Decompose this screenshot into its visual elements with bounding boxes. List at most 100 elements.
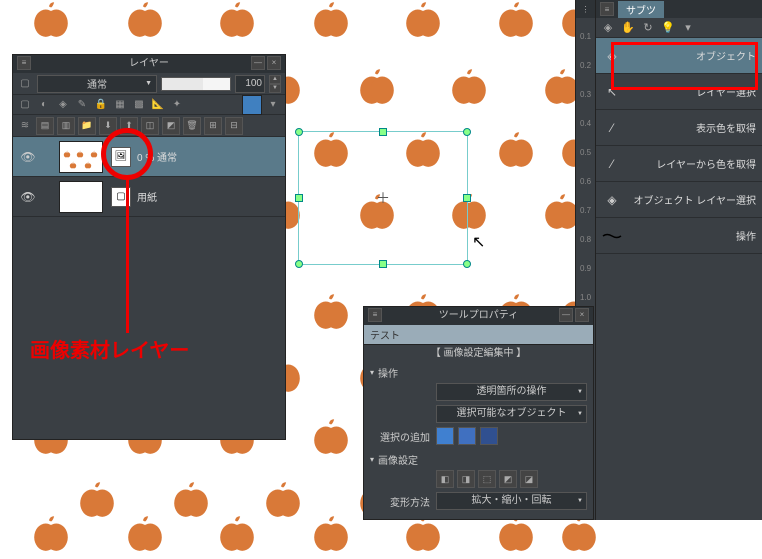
swatch-dropdown-icon[interactable]: ▾ (265, 97, 281, 113)
apple-pattern (310, 290, 352, 332)
lock-none-icon[interactable]: ▢ (17, 97, 33, 113)
layer-name-text: 用紙 (137, 189, 157, 204)
lock-icon[interactable]: 🔒 (93, 97, 109, 113)
layer-visibility-icon[interactable]: 👁 (13, 190, 43, 204)
transform-method-select[interactable]: 拡大・縮小・回転 (436, 492, 587, 510)
layer-row-0[interactable]: 👁 🖼 0 % 通常 (13, 137, 285, 177)
layer-panel: ≡ レイヤー — × ▢ 通常 100 ▲ ▼ ▢ ◐ ◈ ✎ 🔒 ▦ ▩ 📐 … (12, 54, 286, 440)
apple-pattern (310, 415, 352, 457)
layer-thumbnail[interactable] (59, 181, 103, 213)
selection-mode-sub[interactable] (480, 427, 498, 445)
subtool-panel: ≡ サブツ ◈ ✋ ↻ 💡 ▾ ◈ オブジェクト ↖ レイヤー選択 ⁄ 表示色を… (595, 0, 762, 520)
clip-icon[interactable]: ◐ (36, 97, 52, 113)
mouse-cursor: ↖ (472, 232, 485, 252)
panel-minimize-icon[interactable]: — (559, 308, 573, 322)
layer-visibility-icon[interactable]: 👁 (13, 150, 43, 164)
image-align-5-icon[interactable]: ◪ (520, 470, 538, 488)
panel-close-icon[interactable]: × (575, 308, 589, 322)
tool-dropdown-icon[interactable]: ▾ (680, 20, 696, 36)
selection-handle-bc[interactable] (379, 260, 387, 268)
subtool-item-layer-select[interactable]: ↖ レイヤー選択 (596, 74, 762, 110)
ruler-tick-value: 0.3 (576, 90, 595, 99)
new-vector-icon[interactable]: ▥ (57, 117, 75, 135)
opacity-value[interactable]: 100 (235, 75, 265, 93)
image-align-4-icon[interactable]: ◩ (499, 470, 517, 488)
opacity-down[interactable]: ▼ (269, 84, 281, 93)
selection-handle-tr[interactable] (463, 128, 471, 136)
mask-icon1[interactable]: ▦ (112, 97, 128, 113)
selection-handle-ml[interactable] (295, 194, 303, 202)
draft-icon[interactable]: ✎ (74, 97, 90, 113)
apple-pattern (76, 478, 118, 520)
selectable-object-select[interactable]: 選択可能なオブジェクト (436, 405, 587, 423)
image-align-2-icon[interactable]: ◨ (457, 470, 475, 488)
selection-mode-add[interactable] (458, 427, 476, 445)
fx-icon[interactable]: ✦ (169, 97, 185, 113)
tool-light-icon[interactable]: 💡 (660, 20, 676, 36)
new-folder-icon[interactable]: 📁 (78, 117, 96, 135)
selection-mode-new[interactable] (436, 427, 454, 445)
ruler-tick-value: 0.6 (576, 177, 595, 186)
image-material-icon: 🖼 (111, 147, 131, 167)
merge-down-icon[interactable]: ⬆ (120, 117, 138, 135)
transparent-operation-select[interactable]: 透明箇所の操作 (436, 383, 587, 401)
selection-handle-bl[interactable] (295, 260, 303, 268)
panel-menu-icon[interactable]: ≡ (368, 308, 382, 322)
eyedropper-layer-icon: ⁄ (602, 154, 622, 174)
group-image-title[interactable]: 画像設定 (370, 452, 587, 467)
tool-rotate-icon[interactable]: ↻ (640, 20, 656, 36)
operation-tool-icon (602, 226, 622, 246)
canvas-selection-box[interactable]: ＋ (298, 131, 468, 265)
group-sousa-title[interactable]: 操作 (370, 365, 587, 380)
panel-menu-icon[interactable]: ≡ (17, 56, 31, 70)
blend-lock-icon[interactable]: ▢ (17, 76, 33, 92)
panel-menu-icon[interactable]: ≡ (600, 2, 614, 16)
subtool-item-pick-layercolor[interactable]: ⁄ レイヤーから色を取得 (596, 146, 762, 182)
blend-mode-select[interactable]: 通常 (37, 75, 157, 93)
apple-pattern (170, 478, 212, 520)
object-layer-icon: ◈ (602, 190, 622, 210)
delete-layer-icon[interactable]: 🗑 (183, 117, 201, 135)
subtool-item-object-layer-select[interactable]: ◈ オブジェクト レイヤー選択 (596, 182, 762, 218)
apple-pattern (216, 512, 258, 554)
tool-cube-icon[interactable]: ◈ (600, 20, 616, 36)
selection-handle-tl[interactable] (295, 128, 303, 136)
layer-panel-extra2-icon[interactable]: ⊟ (225, 117, 243, 135)
layer-thumbnail[interactable] (59, 141, 103, 173)
selection-handle-tc[interactable] (379, 128, 387, 136)
object-tool-icon: ◈ (602, 46, 622, 66)
ruler-grip-icon[interactable]: ⋮ (576, 0, 595, 18)
image-align-3-icon[interactable]: ⬚ (478, 470, 496, 488)
tool-property-tab[interactable]: テスト (364, 325, 593, 345)
opacity-up[interactable]: ▲ (269, 75, 281, 84)
subtool-tabbar: ≡ サブツ (596, 0, 762, 18)
apple-pattern (30, 512, 72, 554)
subtool-label: オブジェクト レイヤー選択 (628, 192, 756, 207)
panel-close-icon[interactable]: × (267, 56, 281, 70)
new-raster-icon[interactable]: ▤ (36, 117, 54, 135)
tool-hand-icon[interactable]: ✋ (620, 20, 636, 36)
apple-pattern (30, 0, 72, 40)
mask-create-icon[interactable]: ◫ (141, 117, 159, 135)
blend-icon[interactable]: ≋ (17, 118, 33, 134)
apply-mask-icon[interactable]: ◩ (162, 117, 180, 135)
subtool-item-object[interactable]: ◈ オブジェクト (596, 38, 762, 74)
selection-handle-br[interactable] (463, 260, 471, 268)
panel-minimize-icon[interactable]: — (251, 56, 265, 70)
tool-property-panel: ≡ ツールプロパティ — × テスト 【 画像設定編集中 】 操作 透明箇所の操… (363, 306, 594, 520)
layer-row-1[interactable]: 👁 ▢ 用紙 (13, 177, 285, 217)
layer-list: 👁 🖼 0 % 通常 👁 ▢ 用紙 (13, 137, 285, 217)
mask-icon2[interactable]: ▩ (131, 97, 147, 113)
image-align-1-icon[interactable]: ◧ (436, 470, 454, 488)
subtool-item-pick-displaycolor[interactable]: ⁄ 表示色を取得 (596, 110, 762, 146)
selection-handle-mr[interactable] (463, 194, 471, 202)
transfer-down-icon[interactable]: ⬇ (99, 117, 117, 135)
reference-icon[interactable]: ◈ (55, 97, 71, 113)
layer-select-icon: ↖ (602, 82, 622, 102)
layer-panel-extra1-icon[interactable]: ⊞ (204, 117, 222, 135)
subtool-item-sousa[interactable]: 操作 (596, 218, 762, 254)
subtool-tab[interactable]: サブツ (618, 1, 664, 18)
opacity-slider[interactable] (161, 77, 231, 91)
layer-color-swatch[interactable] (242, 95, 262, 115)
ruler-icon[interactable]: 📐 (150, 97, 166, 113)
